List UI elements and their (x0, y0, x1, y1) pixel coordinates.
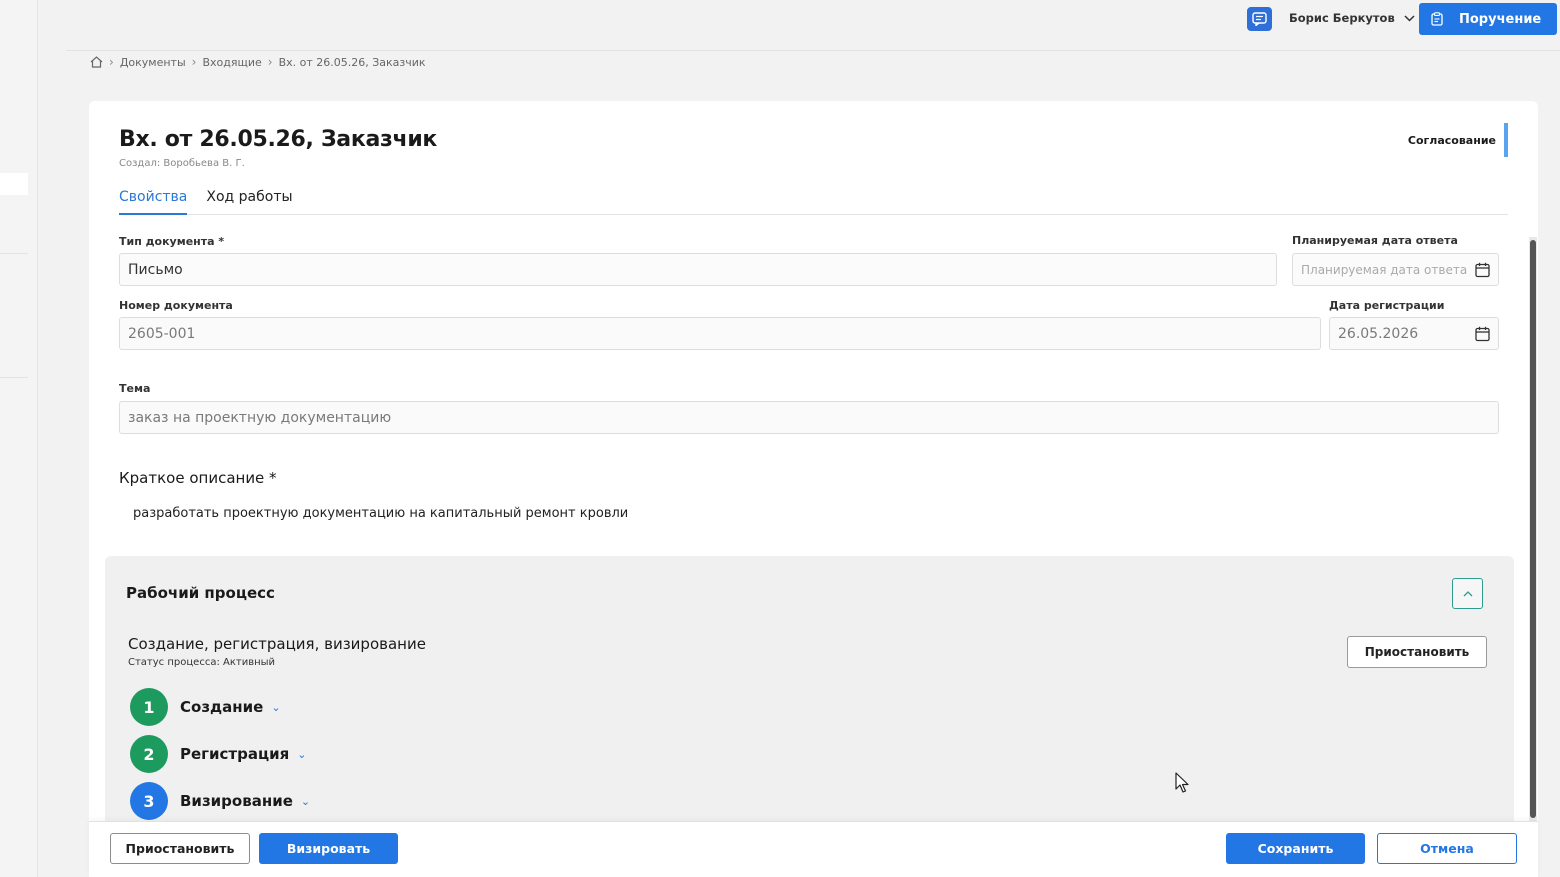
subject-label: Тема (119, 382, 151, 395)
home-icon[interactable] (90, 56, 103, 68)
reg-date-field[interactable]: 26.05.2026 (1329, 317, 1499, 350)
left-sidebar-rail (0, 0, 38, 877)
footer-action-bar: Приостановить Визировать Сохранить Отмен… (89, 821, 1538, 877)
stage-number-badge: 3 (130, 782, 168, 820)
chevron-down-icon (1404, 14, 1415, 22)
process-name: Создание, регистрация, визирование (128, 635, 426, 653)
stage-name: Регистрация (180, 745, 290, 763)
planned-date-label: Планируемая дата ответа (1292, 234, 1458, 247)
reg-date-label: Дата регистрации (1329, 299, 1445, 312)
document-author: Создал: Воробьева В. Г. (119, 158, 245, 169)
doc-type-value: Письмо (128, 261, 183, 278)
doc-type-label: Тип документа * (119, 235, 225, 248)
tabs: Свойства Ход работы (119, 188, 1508, 215)
short-description-text: разработать проектную документацию на ка… (133, 506, 629, 521)
stage-name: Создание (180, 698, 264, 716)
stage-name: Визирование (180, 792, 293, 810)
chevron-down-icon[interactable]: ⌄ (301, 795, 310, 808)
breadcrumb-item-incoming[interactable]: Входящие (202, 56, 261, 69)
assign-task-button[interactable]: Поручение (1419, 3, 1557, 35)
pause-process-button[interactable]: Приостановить (1347, 636, 1487, 668)
stage-item[interactable]: 3 Визирование ⌄ (130, 782, 310, 820)
scrollbar-thumb[interactable] (1530, 240, 1536, 818)
sidebar-active-marker (0, 173, 28, 195)
tab-properties[interactable]: Свойства (119, 188, 188, 215)
short-description-label: Краткое описание * (119, 469, 277, 487)
workflow-panel: Рабочий процесс Создание, регистрация, в… (105, 556, 1514, 856)
doc-number-value: 2605-001 (128, 325, 196, 342)
pause-button[interactable]: Приостановить (110, 833, 250, 864)
doc-number-field[interactable]: 2605-001 (119, 317, 1321, 350)
collapse-toggle-button[interactable] (1452, 578, 1483, 609)
approve-button[interactable]: Визировать (259, 833, 398, 864)
breadcrumb-item-documents[interactable]: Документы (120, 56, 186, 69)
save-button[interactable]: Сохранить (1226, 833, 1365, 864)
stage-item[interactable]: 1 Создание ⌄ (130, 688, 281, 726)
user-menu[interactable]: Борис Беркутов (1289, 11, 1415, 25)
planned-date-placeholder: Планируемая дата ответа (1301, 262, 1468, 277)
document-card: Вх. от 26.05.26, Заказчик Создал: Воробь… (89, 101, 1538, 877)
breadcrumb: › Документы › Входящие › Вх. от 26.05.26… (90, 55, 426, 69)
reg-date-value: 26.05.2026 (1338, 325, 1419, 342)
chevron-down-icon[interactable]: ⌄ (297, 748, 306, 761)
chevron-down-icon[interactable]: ⌄ (271, 701, 280, 714)
breadcrumb-separator-icon: › (267, 55, 273, 69)
subject-field[interactable]: заказ на проектную документацию (119, 401, 1499, 434)
cancel-button[interactable]: Отмена (1377, 833, 1517, 864)
stage-number-badge: 2 (130, 735, 168, 773)
topbar-divider (66, 50, 1560, 51)
chevron-up-icon (1463, 590, 1472, 596)
tab-work-progress[interactable]: Ход работы (206, 188, 292, 215)
chat-icon[interactable] (1247, 7, 1272, 31)
mouse-cursor-icon (1175, 772, 1189, 793)
breadcrumb-separator-icon: › (191, 55, 197, 69)
doc-number-label: Номер документа (119, 299, 233, 312)
page-title: Вх. от 26.05.26, Заказчик (119, 127, 438, 152)
user-name: Борис Беркутов (1289, 11, 1395, 25)
sidebar-divider (0, 377, 28, 378)
workflow-title: Рабочий процесс (126, 584, 275, 602)
sidebar-divider (0, 253, 28, 254)
process-status: Статус процесса: Активный (128, 657, 276, 668)
breadcrumb-item-current: Вх. от 26.05.26, Заказчик (278, 55, 426, 69)
breadcrumb-separator-icon: › (109, 55, 114, 69)
assign-task-label: Поручение (1459, 11, 1542, 27)
status-badge: Согласование (1408, 123, 1508, 157)
subject-value: заказ на проектную документацию (128, 409, 392, 426)
stage-number-badge: 1 (130, 688, 168, 726)
planned-date-field[interactable]: Планируемая дата ответа (1292, 253, 1499, 286)
calendar-icon[interactable] (1475, 262, 1490, 278)
doc-type-field[interactable]: Письмо (119, 253, 1277, 286)
stage-item[interactable]: 2 Регистрация ⌄ (130, 735, 306, 773)
calendar-icon[interactable] (1475, 326, 1490, 342)
clipboard-icon (1431, 12, 1443, 26)
